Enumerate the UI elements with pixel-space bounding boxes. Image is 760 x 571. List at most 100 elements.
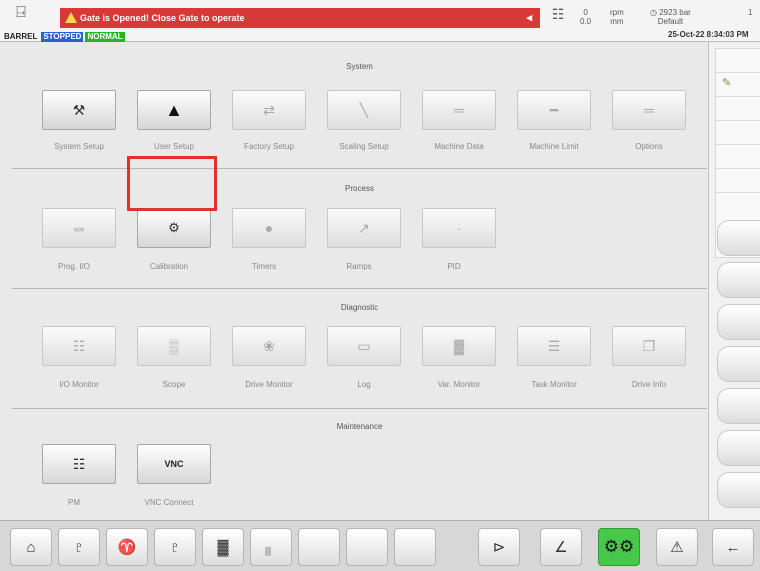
readout-position: 0 0.0 [580,8,592,26]
home-button[interactable]: ⌂ [10,528,52,566]
side-tab[interactable] [717,388,760,424]
options-label: Options [635,142,663,151]
ramps-button[interactable]: ↗ [327,208,401,248]
blank-nav-button[interactable] [298,528,340,566]
machine-limit-button[interactable]: ━ [517,90,591,130]
settings-panel: System ⚒ System Setup ▲ User Setup ⇄ Fac… [0,42,708,520]
side-tab[interactable] [717,430,760,466]
ejector-icon: ▓ [217,538,229,556]
pm-icon: ☷ [72,455,86,472]
section-title-diagnostic: Diagnostic [340,303,379,312]
injection-icon: ♇ [73,538,85,556]
task-monitor-icon: ☰ [547,337,561,354]
system-setup-label: System Setup [54,142,104,151]
back-button[interactable]: ← [712,528,754,566]
bottom-navigation: ⌂ ♇ ♈ ♇ ▓ ▖ ⊳ ∠ ⚙⚙ ⚠ ← [0,520,760,571]
prog-io-label: Prog. I/O [57,262,90,271]
timer-icon: ● [264,220,274,236]
user-icon: ▲ [165,99,183,120]
machine-limit-label: Machine Limit [529,142,579,151]
mold-icon: ♇ [169,538,181,556]
prog-io-button[interactable]: ⥈ [42,208,116,248]
warning-triangle-icon: ⚠ [670,539,684,556]
factory-icon: ⇄ [263,101,275,118]
barrel-button[interactable]: ♈ [106,528,148,566]
machine-data-button[interactable]: ═ [422,90,496,130]
machine-status: BARREL STOPPED NORMAL [2,32,125,42]
readout-units: rpm mm [610,8,624,26]
pid-label: PID [447,262,461,271]
machine-data-icon: ═ [454,102,464,118]
blank-nav-button-2[interactable] [346,528,388,566]
side-tab[interactable] [717,220,760,256]
alarm-button[interactable]: ⚠ [656,528,698,566]
alarm-banner[interactable]: Gate is Opened! Close Gate to operate ◂ [60,8,540,28]
settings-button[interactable]: ⚙⚙ [598,528,640,566]
user-setup-button[interactable]: ▲ [137,90,211,130]
task-monitor-button[interactable]: ☰ [517,326,591,366]
ramps-label: Ramps [346,262,372,271]
io-monitor-button[interactable]: ☷ [42,326,116,366]
var-monitor-icon: ▓ [453,338,465,354]
scaling-setup-button[interactable]: ╲ [327,90,401,130]
chevron-left-icon[interactable]: ◂ [526,8,532,28]
machine-data-label: Machine Data [434,142,484,151]
var-monitor-button[interactable]: ▓ [422,326,496,366]
factory-setup-button[interactable]: ⇄ [232,90,306,130]
process-icon: ⊳ [492,539,506,556]
section-title-maintenance: Maintenance [336,422,383,431]
timers-button[interactable]: ● [232,208,306,248]
mini-table-row[interactable] [716,169,760,193]
process-button[interactable]: ⊳ [478,528,520,566]
scope-icon: ▒ [169,338,179,354]
ejector-button[interactable]: ▓ [202,528,244,566]
side-tab[interactable] [717,304,760,340]
timers-label: Timers [251,262,277,271]
prog-io-icon: ⥈ [73,219,85,236]
mini-table-row[interactable] [716,145,760,169]
warning-icon [65,12,77,23]
divider-process [12,168,707,169]
scope-label: Scope [162,380,186,389]
production-icon: ▖ [265,539,277,556]
production-button[interactable]: ▖ [250,528,292,566]
io-monitor-icon: ☷ [72,337,86,354]
home-icon: ⌂ [26,538,36,556]
recipe-name: Default [657,17,684,26]
blank-nav-button-3[interactable] [394,528,436,566]
task-monitor-label: Task Monitor [531,380,577,389]
vnc-connect-label: VNC Connect [144,498,194,507]
log-button[interactable]: ▭ [327,326,401,366]
system-setup-button[interactable]: ⚒ [42,90,116,130]
mini-table-row[interactable]: ✎ [716,73,760,97]
readout-index: 1 [748,8,753,17]
vnc-connect-button[interactable]: VNC [137,444,211,484]
pid-button[interactable]: ∙ [422,208,496,248]
injection-button[interactable]: ♇ [58,528,100,566]
right-side-panel: ✎ [708,42,760,520]
graph-icon: ∠ [554,539,568,556]
side-tab[interactable] [717,472,760,508]
log-icon: ▭ [357,337,371,354]
graph-button[interactable]: ∠ [540,528,582,566]
drive-monitor-button[interactable]: ❀ [232,326,306,366]
side-tab[interactable] [717,262,760,298]
login-icon[interactable]: ⍈ [8,4,34,26]
section-title-process: Process [345,184,374,193]
drive-info-button[interactable]: ❐ [612,326,686,366]
mini-table-row[interactable] [716,121,760,145]
mold-button[interactable]: ♇ [154,528,196,566]
pm-label: PM [68,498,80,507]
scope-button[interactable]: ▒ [137,326,211,366]
alarm-text: Gate is Opened! Close Gate to operate [80,13,245,23]
wrench-icon: ⚒ [72,101,86,118]
calibration-button[interactable]: ⚙ [137,208,211,248]
pm-button[interactable]: ☷ [42,444,116,484]
datetime: 25-Oct-22 8:34:03 PM [668,30,749,39]
mini-table-row[interactable] [716,97,760,121]
options-button[interactable]: ═ [612,90,686,130]
top-status-bar: ⍈ Gate is Opened! Close Gate to operate … [0,0,760,42]
calibration-highlight [127,156,217,211]
side-tab[interactable] [717,346,760,382]
io-monitor-label: I/O Monitor [59,380,99,389]
